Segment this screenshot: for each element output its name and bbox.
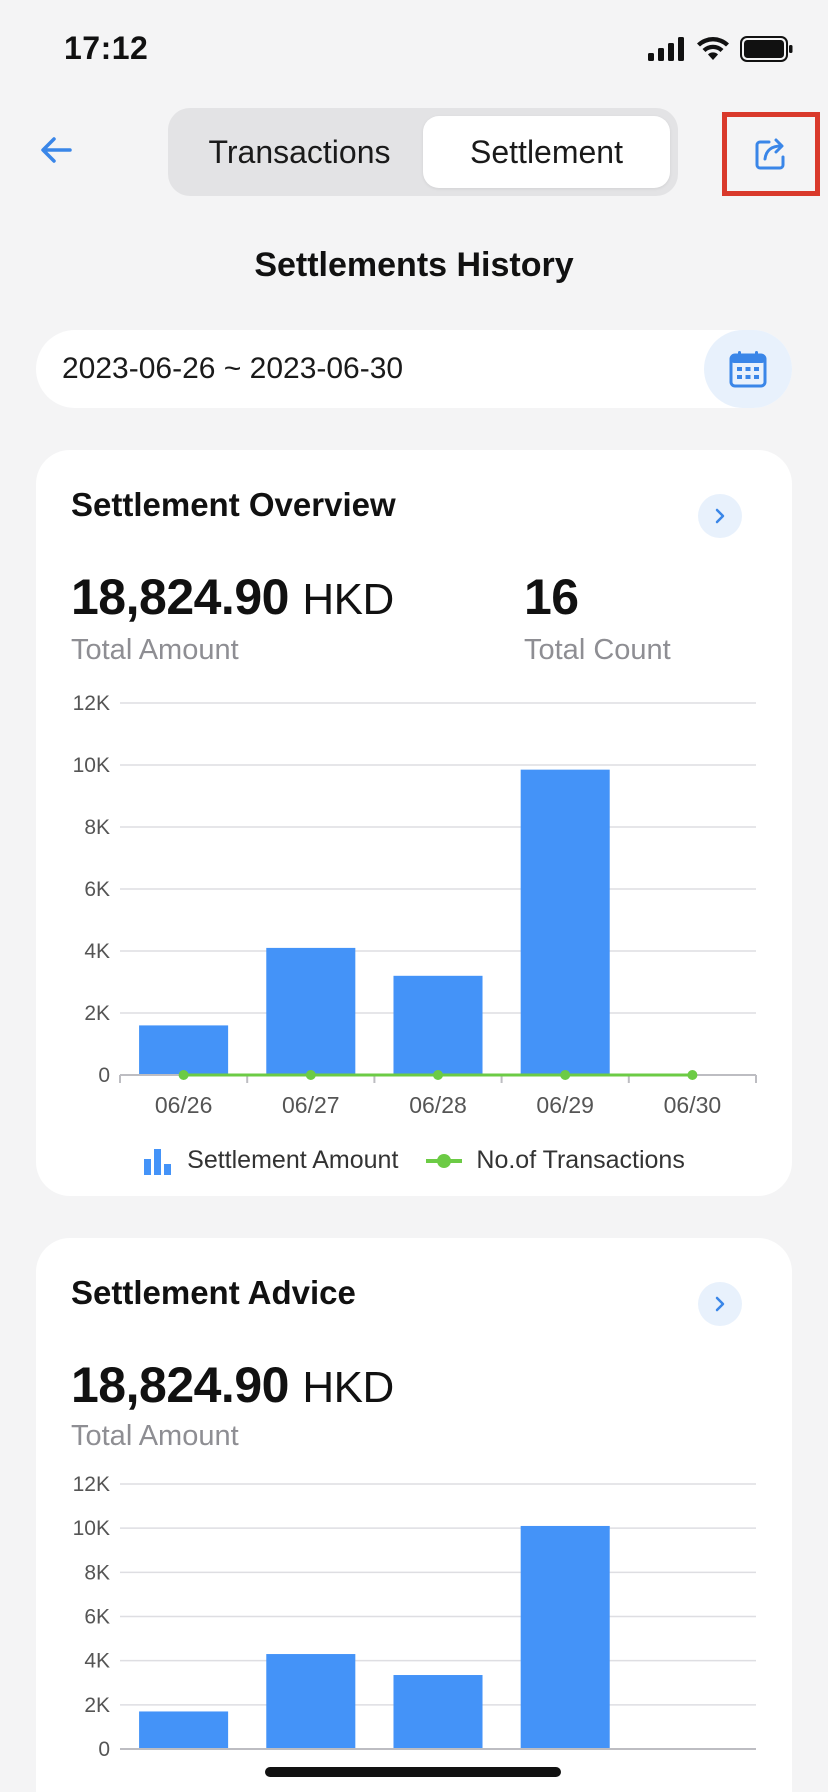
advice-total-amount: 18,824.90 HKD (71, 1356, 394, 1414)
date-range-field[interactable]: 2023-06-26 ~ 2023-06-30 (36, 330, 792, 408)
home-indicator (265, 1767, 561, 1777)
legend-label-line: No.of Transactions (476, 1146, 685, 1174)
chevron-right-icon (715, 508, 725, 524)
status-time: 17:12 (64, 30, 149, 66)
overview-detail-button[interactable] (698, 494, 742, 538)
bar (266, 947, 356, 1075)
wifi-icon (697, 37, 729, 60)
cellular-signal-icon (648, 37, 684, 61)
line-point-icon (426, 1153, 463, 1168)
x-tick-label: 06/27 (282, 1092, 340, 1118)
currency: HKD (302, 575, 394, 624)
advice-total-amount-label: Total Amount (71, 1420, 239, 1452)
y-tick-label: 12K (73, 1473, 110, 1496)
status-bar: 17:12 (0, 0, 828, 100)
transactions-point (687, 1070, 698, 1080)
nav-bar: Transactions Settlement (0, 100, 828, 210)
y-tick-label: 8K (84, 816, 110, 839)
y-tick-label: 10K (73, 754, 110, 777)
y-tick-label: 12K (73, 692, 110, 715)
bar (139, 1025, 229, 1075)
settlement-overview-card: Settlement Overview 18,824.90 HKD Total … (36, 450, 792, 1196)
y-tick-label: 4K (84, 940, 110, 963)
x-tick-label: 06/30 (664, 1092, 722, 1118)
transactions-point (560, 1070, 571, 1080)
bar (520, 1525, 610, 1749)
card-title: Settlement Overview (71, 486, 396, 523)
advice-detail-button[interactable] (698, 1282, 742, 1326)
advice-currency: HKD (302, 1363, 394, 1412)
total-count: 16 (524, 569, 579, 625)
total-amount: 18,824.90 HKD (71, 568, 394, 626)
date-range-value: 2023-06-26 ~ 2023-06-30 (62, 352, 404, 385)
x-tick-label: 06/26 (155, 1092, 213, 1118)
y-tick-label: 2K (84, 1002, 110, 1025)
transactions-point (305, 1070, 316, 1080)
arrow-left-icon (41, 137, 72, 163)
transactions-point (178, 1070, 189, 1080)
settlement-advice-chart: 0 2K 4K 6K 8K 10K 12K (73, 1473, 756, 1761)
settlement-overview-chart: 0 2K 4K 6K 8K 10K 12K 06/26 06/27 06/28 06/29 06/30 (73, 692, 757, 1118)
y-tick-label: 0 (98, 1064, 110, 1087)
legend-item-transactions: No.of Transactions (426, 1146, 685, 1175)
bar (393, 1675, 483, 1749)
settlement-advice-card: Settlement Advice 18,824.90 HKD Total Am… (36, 1238, 792, 1792)
chevron-right-icon (715, 1296, 725, 1312)
share-export-button[interactable] (722, 112, 820, 196)
legend-label-bar: Settlement Amount (187, 1146, 399, 1174)
total-amount-label: Total Amount (71, 634, 239, 666)
segmented-control: Transactions Settlement (168, 108, 678, 196)
tab-settlement[interactable]: Settlement (423, 116, 670, 188)
y-tick-label: 8K (84, 1561, 110, 1584)
calendar-button[interactable] (704, 330, 792, 408)
status-icons (648, 36, 794, 62)
total-count-label: Total Count (524, 634, 671, 666)
page-title: Settlements History (254, 246, 574, 284)
transactions-point (433, 1070, 443, 1080)
chart-legend: Settlement Amount No.of Transactions (36, 1146, 792, 1175)
tab-transactions[interactable]: Transactions (176, 116, 423, 188)
battery-icon (740, 36, 793, 62)
calendar-icon (729, 351, 767, 388)
y-tick-label: 6K (84, 878, 110, 901)
y-tick-label: 4K (84, 1650, 110, 1673)
legend-item-settlement-amount: Settlement Amount (143, 1146, 398, 1175)
total-amount-value: 18,824.90 (71, 569, 289, 625)
y-tick-label: 2K (84, 1694, 110, 1717)
bar (393, 975, 483, 1075)
y-tick-label: 0 (98, 1738, 110, 1761)
bar (139, 1711, 229, 1749)
card-title: Settlement Advice (71, 1274, 356, 1311)
y-tick-label: 10K (73, 1517, 110, 1540)
y-tick-label: 6K (84, 1606, 110, 1629)
x-tick-label: 06/28 (409, 1092, 467, 1118)
bar (520, 769, 610, 1075)
bar (266, 1654, 356, 1749)
advice-total-amount-value: 18,824.90 (71, 1357, 289, 1413)
bar-chart-icon (144, 1148, 172, 1175)
share-icon (755, 138, 785, 170)
back-button[interactable] (36, 130, 76, 170)
x-tick-label: 06/29 (536, 1092, 594, 1118)
